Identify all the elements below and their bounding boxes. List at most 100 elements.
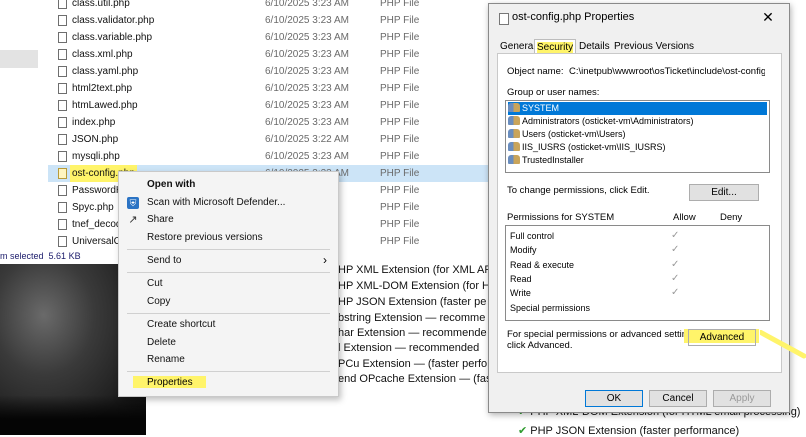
group-item-label: TrustedInstaller <box>522 155 584 165</box>
tab-general[interactable]: General <box>498 39 538 54</box>
nav-selected-item[interactable] <box>0 50 38 68</box>
allow-check-icon: ✓ <box>671 244 680 255</box>
file-row[interactable]: html2text.php 6/10/2025 3:23 AM PHP File <box>48 80 488 97</box>
menu-separator <box>127 371 330 372</box>
properties-dialog: ost-config.php Properties ✕ General Secu… <box>488 3 790 413</box>
menu-item-send-to[interactable]: Send to <box>147 255 181 266</box>
group-item-administrators[interactable]: Administrators (osticket-vm\Administrato… <box>508 115 694 128</box>
bg-checklist-item: ✔ PHP JSON Extension (faster performance… <box>518 424 739 437</box>
file-type: PHP File <box>380 0 420 9</box>
cancel-button[interactable]: Cancel <box>649 390 707 407</box>
menu-item-properties[interactable]: Properties <box>147 377 193 388</box>
status-size: 5.61 KB <box>48 251 81 261</box>
permission-label: Read <box>510 274 532 284</box>
menu-separator <box>127 313 330 314</box>
group-item-label: SYSTEM <box>522 103 560 113</box>
file-date: 6/10/2025 3:23 AM <box>265 151 349 162</box>
deny-column-header: Deny <box>720 212 743 223</box>
tab-security-label: Security <box>537 42 574 53</box>
allow-check-icon: ✓ <box>671 259 680 270</box>
menu-item-share[interactable]: Share <box>147 214 174 225</box>
users-icon <box>508 142 520 151</box>
menu-item-cut[interactable]: Cut <box>147 278 163 289</box>
file-row[interactable]: index.php 6/10/2025 3:23 AM PHP File <box>48 114 488 131</box>
file-name: class.util.php <box>72 0 130 9</box>
file-row[interactable]: class.validator.php 6/10/2025 3:23 AM PHP … <box>48 12 488 29</box>
file-name: index.php <box>72 117 116 128</box>
php-file-icon <box>58 168 67 179</box>
file-date: 6/10/2025 3:23 AM <box>265 83 349 94</box>
file-row[interactable]: class.xml.php 6/10/2025 3:23 AM PHP File <box>48 46 488 63</box>
group-item-label: IIS_IUSRS (osticket-vm\IIS_IUSRS) <box>522 142 666 152</box>
group-item-iis-iusrs[interactable]: IIS_IUSRS (osticket-vm\IIS_IUSRS) <box>508 141 666 154</box>
file-type: PHP File <box>380 219 420 230</box>
tab-details[interactable]: Details <box>577 39 612 54</box>
permission-row: Modify <box>510 244 537 257</box>
group-item-system[interactable]: SYSTEM <box>508 102 767 115</box>
file-date: 6/10/2025 3:23 AM <box>265 15 349 26</box>
permission-row: Full control <box>510 230 554 243</box>
tab-previous-versions[interactable]: Previous Versions <box>612 39 696 54</box>
menu-item-rename[interactable]: Rename <box>147 354 185 365</box>
file-type: PHP File <box>380 168 420 179</box>
file-name: htmLawed.php <box>72 100 138 111</box>
file-row[interactable]: mysqli.php 6/10/2025 3:23 AM PHP File <box>48 148 488 165</box>
file-date: 6/10/2025 3:23 AM <box>265 49 349 60</box>
php-file-icon <box>58 134 67 145</box>
permission-row: Read <box>510 273 532 286</box>
permission-row: Special permissions <box>510 302 590 315</box>
group-item-trustedinstaller[interactable]: TrustedInstaller <box>508 154 584 167</box>
chevron-right-icon: › <box>323 253 327 267</box>
menu-item-copy[interactable]: Copy <box>147 296 170 307</box>
file-name: class.yaml.php <box>72 66 139 77</box>
file-type: PHP File <box>380 83 420 94</box>
users-icon <box>508 155 520 164</box>
php-file-icon <box>58 185 67 196</box>
permission-label: Write <box>510 288 531 298</box>
php-file-icon <box>58 151 67 162</box>
bg-text-line: PCu Extension — (faster perfo <box>338 358 488 370</box>
defender-shield-icon: ⛨ <box>127 197 139 209</box>
file-date: 6/10/2025 3:23 AM <box>265 0 349 9</box>
file-row[interactable]: class.variable.php 6/10/2025 3:23 AM PHP F… <box>48 29 488 46</box>
bg-text-line: har Extension — recommende <box>338 327 487 339</box>
menu-item-restore-previous[interactable]: Restore previous versions <box>147 232 263 243</box>
edit-button[interactable]: Edit... <box>689 184 759 201</box>
explorer-nav-pane <box>0 0 48 270</box>
advanced-button[interactable]: Advanced <box>688 329 756 346</box>
status-selection: m selected <box>0 251 44 261</box>
menu-item-open-with[interactable]: Open with <box>147 179 195 190</box>
permission-label: Special permissions <box>510 303 591 313</box>
menu-item-create-shortcut[interactable]: Create shortcut <box>147 319 215 330</box>
menu-item-delete[interactable]: Delete <box>147 337 176 348</box>
bg-text-line: HP XML-DOM Extension (for H <box>338 280 491 292</box>
file-type: PHP File <box>380 151 420 162</box>
file-date: 6/10/2025 3:23 AM <box>265 100 349 111</box>
status-bar: m selected 5.61 KB <box>0 248 130 264</box>
context-menu: Open with ⛨ Scan with Microsoft Defender… <box>118 171 339 397</box>
menu-item-scan-defender[interactable]: Scan with Microsoft Defender... <box>147 197 285 208</box>
file-row[interactable]: class.yaml.php 6/10/2025 3:23 AM PHP File <box>48 63 488 80</box>
file-type: PHP File <box>380 32 420 43</box>
file-row[interactable]: class.util.php 6/10/2025 3:23 AM PHP File <box>48 0 488 12</box>
group-item-users[interactable]: Users (osticket-vm\Users) <box>508 128 626 141</box>
special-permissions-text-2: click Advanced. <box>507 340 573 351</box>
close-button[interactable]: ✕ <box>759 8 777 26</box>
file-row[interactable]: JSON.php 6/10/2025 3:22 AM PHP File <box>48 131 488 148</box>
file-name: Spyc.php <box>72 202 114 213</box>
file-type: PHP File <box>380 134 420 145</box>
file-type: PHP File <box>380 100 420 111</box>
bg-text-line: HP JSON Extension (faster pe <box>338 296 487 308</box>
object-name-label: Object name: <box>507 66 564 77</box>
apply-button[interactable]: Apply <box>713 390 771 407</box>
dialog-title: ost-config.php Properties <box>512 11 635 23</box>
ok-button[interactable]: OK <box>585 390 643 407</box>
file-name: class.validator.php <box>72 15 155 26</box>
php-file-icon <box>58 219 67 230</box>
group-item-label: Administrators (osticket-vm\Administrato… <box>522 116 694 126</box>
file-row[interactable]: htmLawed.php 6/10/2025 3:23 AM PHP File <box>48 97 488 114</box>
allow-check-icon: ✓ <box>671 287 680 298</box>
php-file-icon <box>58 15 67 26</box>
file-icon <box>499 13 509 25</box>
group-user-list: SYSTEM Administrators (osticket-vm\Admin… <box>505 100 770 173</box>
